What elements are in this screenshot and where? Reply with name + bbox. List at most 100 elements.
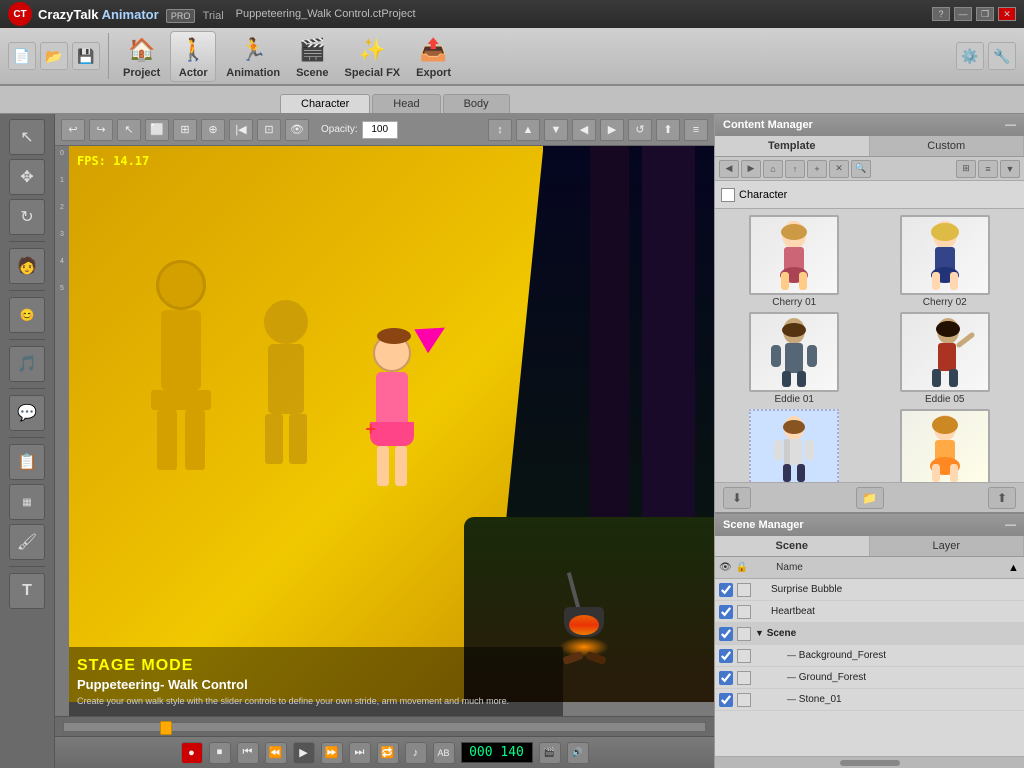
opacity-input[interactable] (362, 121, 398, 139)
timecode-mode-button[interactable]: 🎬 (539, 742, 561, 764)
flip-h-tool[interactable]: ↕ (488, 119, 512, 141)
fast-forward-button[interactable]: ⏩ (321, 742, 343, 764)
sidebar-music-tool[interactable]: 🎵 (9, 346, 45, 382)
cm-tree-checkbox[interactable] (721, 188, 735, 202)
tab-head[interactable]: Head (372, 94, 440, 113)
sm-scrollbar[interactable] (715, 756, 1024, 768)
rewind-button[interactable]: ⏪ (265, 742, 287, 764)
crop-tool[interactable]: ⊞ (173, 119, 197, 141)
sidebar-doc-tool[interactable]: 📋 (9, 444, 45, 480)
list-item[interactable]: Mr. Rosenberg (721, 409, 868, 482)
cm-options-tool[interactable]: ▼ (1000, 160, 1020, 178)
minimize-button[interactable]: — (954, 7, 972, 21)
redo-button[interactable]: ↪ (89, 119, 113, 141)
actor-group[interactable]: 🚶 Actor (170, 31, 216, 82)
export-group[interactable]: 📤 Export (410, 32, 457, 81)
sidebar-move-tool[interactable]: ✥ (9, 159, 45, 195)
move-down-tool[interactable]: ▼ (544, 119, 568, 141)
motion-tool[interactable]: ⊡ (257, 119, 281, 141)
transform-tool[interactable]: ⬜ (145, 119, 169, 141)
close-button[interactable]: ✕ (998, 7, 1016, 21)
audio-button[interactable]: ♪ (405, 742, 427, 764)
cm-home-tool[interactable]: ⌂ (763, 160, 783, 178)
stop-button[interactable]: ⏹ (209, 742, 231, 764)
layer-lock-icon[interactable] (737, 627, 751, 641)
sally-thumb[interactable] (900, 409, 990, 482)
cm-add-button[interactable]: ⬆ (988, 487, 1016, 509)
list-item[interactable]: Cherry 01 (721, 215, 868, 308)
menu-tool[interactable]: ≡ (684, 119, 708, 141)
layer-visible-checkbox[interactable] (719, 583, 733, 597)
timeline-thumb[interactable] (160, 721, 172, 735)
layer-lock-icon[interactable] (737, 693, 751, 707)
cm-import-button[interactable]: ⬇ (723, 487, 751, 509)
sidebar-brush-tool[interactable]: 🖌 (9, 524, 45, 560)
options-icon[interactable]: 🔧 (988, 42, 1016, 70)
move-up2-tool[interactable]: ⬆ (656, 119, 680, 141)
tab-character[interactable]: Character (280, 94, 370, 113)
tab-custom[interactable]: Custom (870, 136, 1024, 156)
undo-button[interactable]: ↩ (61, 119, 85, 141)
tab-template[interactable]: Template (715, 136, 870, 156)
eddie-01-thumb[interactable] (749, 312, 839, 392)
eddie-05-thumb[interactable] (900, 312, 990, 392)
sidebar-chat-tool[interactable]: 💬 (9, 395, 45, 431)
sm-minimize-icon[interactable]: — (1005, 519, 1016, 531)
cm-nav-tool[interactable]: ▶ (741, 160, 761, 178)
cm-sort-tool[interactable]: ≡ (978, 160, 998, 178)
reset-tool[interactable]: ↺ (628, 119, 652, 141)
layer-lock-icon[interactable] (737, 649, 751, 663)
cm-back-tool[interactable]: ◀ (719, 160, 739, 178)
list-item[interactable]: Eddie 05 (872, 312, 1019, 405)
layer-visible-checkbox[interactable] (719, 649, 733, 663)
cm-up-tool[interactable]: ↑ (785, 160, 805, 178)
play-button[interactable]: ▶ (293, 742, 315, 764)
sidebar-face-tool[interactable]: 😊 (9, 297, 45, 333)
audio-mix-button[interactable]: 🔊 (567, 742, 589, 764)
sidebar-text-tool[interactable]: T (9, 573, 45, 609)
skip-start-tool[interactable]: |◀ (229, 119, 253, 141)
tab-layer[interactable]: Layer (870, 536, 1024, 556)
layer-visible-checkbox[interactable] (719, 605, 733, 619)
layer-visible-checkbox[interactable] (719, 671, 733, 685)
scene-group[interactable]: 🎬 Scene (290, 32, 334, 81)
text-button[interactable]: AB (433, 742, 455, 764)
cm-minimize-icon[interactable]: — (1005, 119, 1016, 131)
cherry-01-thumb[interactable] (749, 215, 839, 295)
list-item[interactable]: Eddie 01 (721, 312, 868, 405)
cm-search-tool[interactable]: 🔍 (851, 160, 871, 178)
layer-lock-icon[interactable] (737, 605, 751, 619)
timeline-track[interactable] (63, 722, 706, 732)
skip-end-button[interactable]: ⏭ (349, 742, 371, 764)
tab-scene[interactable]: Scene (715, 536, 870, 556)
loop-button[interactable]: 🔁 (377, 742, 399, 764)
sidebar-person-tool[interactable]: 🧑 (9, 248, 45, 284)
cm-export-button[interactable]: 📁 (856, 487, 884, 509)
mr-rosenberg-thumb[interactable] (749, 409, 839, 482)
skip-start-button[interactable]: ⏮ (237, 742, 259, 764)
move-left-tool[interactable]: ◀ (572, 119, 596, 141)
special-fx-group[interactable]: ✨ Special FX (339, 32, 407, 81)
layer-visible-checkbox[interactable] (719, 693, 733, 707)
layer-lock-icon[interactable] (737, 671, 751, 685)
pivot-tool[interactable]: ⊕ (201, 119, 225, 141)
project-group[interactable]: 🏠 Project (117, 32, 166, 81)
cm-delete-tool[interactable]: ✕ (829, 160, 849, 178)
cm-view-tool[interactable]: ⊞ (956, 160, 976, 178)
sidebar-rotate-tool[interactable]: ↻ (9, 199, 45, 235)
save-button[interactable]: 💾 (72, 42, 100, 70)
sm-scroll-up[interactable]: ▲ (1008, 562, 1020, 574)
move-up-tool[interactable]: ▲ (516, 119, 540, 141)
move-right-tool[interactable]: ▶ (600, 119, 624, 141)
record-button[interactable]: ● (181, 742, 203, 764)
eye-tool[interactable]: 👁 (285, 119, 309, 141)
tab-body[interactable]: Body (443, 94, 510, 113)
list-item[interactable]: Sally (872, 409, 1019, 482)
layer-visible-checkbox[interactable] (719, 627, 733, 641)
settings-icon[interactable]: ⚙️ (956, 42, 984, 70)
new-button[interactable]: 📄 (8, 42, 36, 70)
select-tool[interactable]: ↖ (117, 119, 141, 141)
animation-group[interactable]: 🏃 Animation (220, 32, 286, 81)
open-button[interactable]: 📂 (40, 42, 68, 70)
restore-button[interactable]: ❐ (976, 7, 994, 21)
